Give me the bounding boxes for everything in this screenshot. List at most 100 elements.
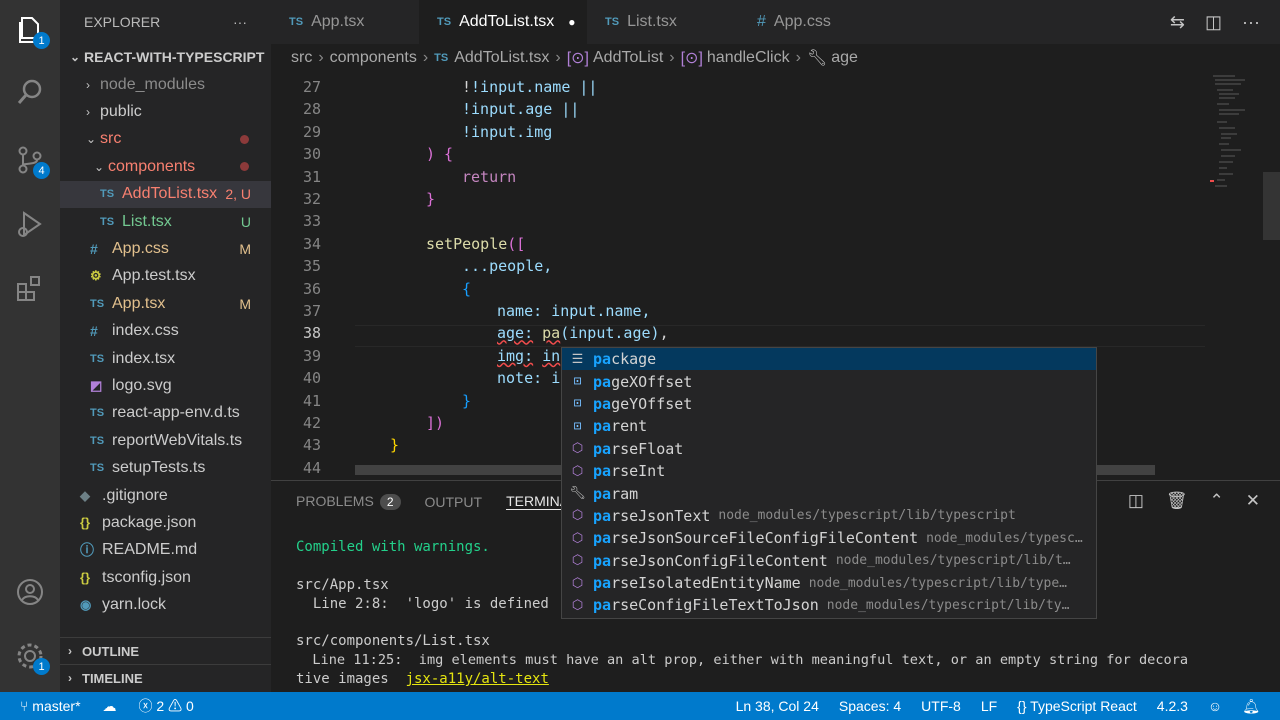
problems-indicator[interactable]: ⓧ 2 ⚠ 0	[139, 696, 194, 716]
close-icon[interactable]: ✕	[1246, 491, 1260, 511]
suggestion-item[interactable]: ⬡ pa rseFloat	[562, 438, 1096, 460]
breadcrumb-src[interactable]: src	[291, 49, 312, 67]
suggestion-item[interactable]: 🔧︎ pa ram	[562, 482, 1096, 504]
wrench-icon: 🔧︎	[806, 50, 828, 67]
tree-file-app-test[interactable]: ⚙ App.test.tsx	[60, 263, 271, 290]
tree-file-logo[interactable]: ◩ logo.svg	[60, 372, 271, 399]
branch-indicator[interactable]: ⑂ master*	[20, 698, 81, 714]
source-control-icon[interactable]: 4	[0, 130, 60, 190]
breadcrumb-function[interactable]: handleClick	[707, 49, 790, 67]
breadcrumb: src › components › TS AddToList.tsx › [⊙] Add…	[271, 44, 1280, 72]
rule-link[interactable]: jsx-a11y/alt-text	[406, 671, 549, 687]
run-debug-icon[interactable]	[0, 194, 60, 254]
wrench-icon: 🔧︎	[569, 486, 586, 502]
tree-file-index-tsx[interactable]: TS index.tsx	[60, 345, 271, 372]
tree-file-app-tsx[interactable]: TS App.tsx M	[60, 290, 271, 317]
breadcrumb-file[interactable]: AddToList.tsx	[454, 49, 549, 67]
tab-output[interactable]: OUTPUT	[425, 494, 483, 510]
split-editor-icon[interactable]: ◫	[1205, 12, 1222, 33]
tab-problems[interactable]: PROBLEMS 2	[296, 493, 401, 510]
activity-bar: 1 4 1	[0, 0, 60, 692]
suggestion-item[interactable]: ⬡ pa rseJsonConfigFileContent node_modules/…	[562, 550, 1096, 572]
language-mode[interactable]: {} TypeScript React	[1017, 698, 1137, 714]
encoding[interactable]: UTF-8	[921, 698, 961, 714]
minimap-slider[interactable]	[1263, 172, 1280, 240]
settings-gear-icon[interactable]: 1	[0, 626, 60, 686]
tree-folder-src[interactable]: ⌄ src	[60, 126, 271, 153]
notifications-bell-icon[interactable]: 🔔︎	[1242, 698, 1260, 715]
breadcrumb-components[interactable]: components	[330, 49, 417, 67]
minimap[interactable]	[1205, 72, 1280, 480]
tab-terminal[interactable]: TERMINA	[506, 493, 570, 510]
tree-file-app-css[interactable]: # App.css M	[60, 235, 271, 262]
suggestion-item[interactable]: ⬡ pa rseJsonSourceFileConfigFileContent nod…	[562, 527, 1096, 549]
tree-file-react-app-env[interactable]: TS react-app-env.d.ts	[60, 400, 271, 427]
tab-app-tsx[interactable]: TS App.tsx	[271, 0, 419, 44]
timeline-section[interactable]: › TIMELINE	[60, 664, 271, 691]
suggestion-detail: node_modules/typescript/lib/t…	[835, 553, 1071, 569]
tree-folder-public[interactable]: › public	[60, 98, 271, 125]
breadcrumb-property[interactable]: age	[831, 49, 858, 67]
suggestion-item[interactable]: ⬡ pa rseConfigFileTextToJson node_modules/t…	[562, 594, 1096, 616]
method-icon: ⬡	[571, 508, 584, 524]
suggestion-item[interactable]: ⬡ pa rseIsolatedEntityName node_modules/typ…	[562, 572, 1096, 594]
line-number: 34	[302, 234, 321, 253]
unsaved-dot-icon[interactable]: ●	[568, 15, 575, 29]
suggestion-match: pa	[593, 574, 612, 593]
more-actions-icon[interactable]: ···	[1242, 12, 1260, 33]
code-line-34: setPeople([	[426, 234, 526, 253]
suggestion-item[interactable]: ⊡ pa geXOffset	[562, 370, 1096, 392]
tree-file-setup-tests[interactable]: TS setupTests.ts	[60, 455, 271, 482]
line-number: 31	[302, 167, 321, 186]
tree-file-readme[interactable]: ⓘ README.md	[60, 537, 271, 564]
chevron-right-icon: ›	[68, 644, 72, 658]
code-line-28: !input.age ||	[462, 100, 580, 119]
tree-file-addtolist[interactable]: TS AddToList.tsx 2, U	[60, 180, 271, 208]
line-number: 44	[302, 458, 321, 477]
suggestion-item[interactable]: ⬡ pa rseInt	[562, 460, 1096, 482]
end-of-line[interactable]: LF	[981, 698, 997, 714]
tree-label: setupTests.ts	[112, 459, 206, 477]
tree-label: List.tsx	[122, 212, 172, 230]
cursor-position[interactable]: Ln 38, Col 24	[736, 698, 819, 714]
autocomplete-suggestions[interactable]: ☰ pa ckage ⊡ pa geXOffset ⊡ pa geYOffset ⊡ pa rent ⬡…	[561, 347, 1097, 619]
tree-file-list[interactable]: TS List.tsx U	[60, 208, 271, 235]
suggestion-item[interactable]: ☰ pa ckage	[562, 348, 1096, 371]
tab-addtolist-tsx[interactable]: TS AddToList.tsx ●	[419, 0, 587, 44]
compare-changes-icon[interactable]: ⇆	[1170, 12, 1185, 33]
tree-file-yarn-lock[interactable]: ◉ yarn.lock	[60, 592, 271, 619]
typescript-version[interactable]: 4.2.3	[1157, 698, 1188, 714]
tree-file-index-css[interactable]: # index.css	[60, 318, 271, 345]
git-status: M	[239, 240, 251, 257]
suggestion-item[interactable]: ⊡ pa rent	[562, 415, 1096, 437]
extensions-icon[interactable]	[0, 258, 60, 318]
suggestion-item[interactable]: ⬡ pa rseJsonText node_modules/typescript/li…	[562, 505, 1096, 527]
indentation[interactable]: Spaces: 4	[839, 698, 901, 714]
suggestion-item[interactable]: ⊡ pa geYOffset	[562, 393, 1096, 415]
tree-folder-node-modules[interactable]: › node_modules	[60, 71, 271, 98]
tree-file-gitignore[interactable]: ◆ .gitignore	[60, 482, 271, 509]
tree-file-report-web-vitals[interactable]: TS reportWebVitals.ts	[60, 427, 271, 454]
tab-list-tsx[interactable]: TS List.tsx	[587, 0, 739, 44]
sync-icon[interactable]: ☁	[103, 698, 117, 715]
code-line-38: age: pa(input.age),	[497, 324, 669, 343]
tree-folder-components[interactable]: ⌄ components	[60, 153, 271, 180]
outline-section[interactable]: › OUTLINE	[60, 637, 271, 664]
breadcrumb-component[interactable]: AddToList	[593, 49, 663, 67]
feedback-icon[interactable]: ☺	[1208, 698, 1222, 714]
explorer-icon[interactable]: 1	[0, 0, 60, 60]
split-terminal-icon[interactable]: ◫	[1128, 491, 1144, 511]
account-icon[interactable]	[0, 562, 60, 622]
tab-app-css[interactable]: # App.css	[739, 0, 889, 44]
more-actions-icon[interactable]: ···	[233, 14, 247, 30]
terminal-line: tive images jsx-a11y/alt-text	[296, 671, 549, 687]
search-icon[interactable]	[0, 62, 60, 122]
tree-file-tsconfig[interactable]: {} tsconfig.json	[60, 564, 271, 591]
symbol-variable-icon: [⊙]	[566, 50, 589, 67]
chevron-up-icon[interactable]: ⌃	[1210, 491, 1224, 511]
method-icon: ⬡	[571, 575, 584, 591]
tree-file-package-json[interactable]: {} package.json	[60, 509, 271, 536]
suggestion-match: pa	[593, 394, 612, 413]
project-folder[interactable]: ⌄ REACT-WITH-TYPESCRIPT	[60, 44, 271, 70]
trash-icon[interactable]: 🗑︎	[1166, 491, 1188, 511]
